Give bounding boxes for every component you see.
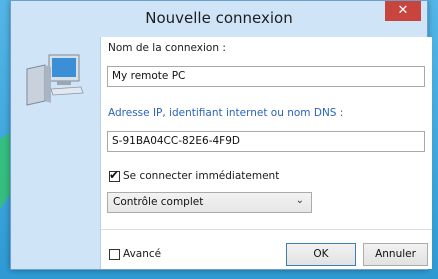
cancel-button[interactable]: Annuler <box>363 243 428 266</box>
connect-now-label[interactable]: Se connecter immédiatement <box>123 170 279 182</box>
checkmark-icon: ✔ <box>109 168 120 182</box>
footer-separator <box>101 229 432 230</box>
ok-button[interactable]: OK <box>286 243 356 266</box>
address-input[interactable]: S-91BA04CC-82E6-4F9D <box>107 131 425 152</box>
connect-now-checkbox[interactable]: ✔ <box>109 168 120 182</box>
computer-icon <box>26 54 84 106</box>
connection-name-input[interactable]: My remote PC <box>107 66 425 87</box>
close-icon: ✕ <box>397 3 409 18</box>
new-connection-dialog: Nouvelle connexion ✕ Nom de la connexion… <box>10 0 432 270</box>
title-bar[interactable]: Nouvelle connexion ✕ <box>11 1 427 35</box>
close-button[interactable]: ✕ <box>385 1 421 21</box>
dialog-content: Nom de la connexion : My remote PC Adres… <box>100 37 432 269</box>
address-label: Adresse IP, identifiant internet ou nom … <box>108 107 344 119</box>
chevron-down-icon: ⌄ <box>295 195 304 206</box>
connection-mode-value: Contrôle complet <box>113 196 204 208</box>
connection-name-label: Nom de la connexion : <box>108 42 226 54</box>
dialog-title: Nouvelle connexion <box>145 9 293 27</box>
connection-mode-select[interactable]: Contrôle complet ⌄ <box>107 192 312 213</box>
advanced-label[interactable]: Avancé <box>123 248 161 260</box>
advanced-checkbox[interactable] <box>109 249 120 260</box>
